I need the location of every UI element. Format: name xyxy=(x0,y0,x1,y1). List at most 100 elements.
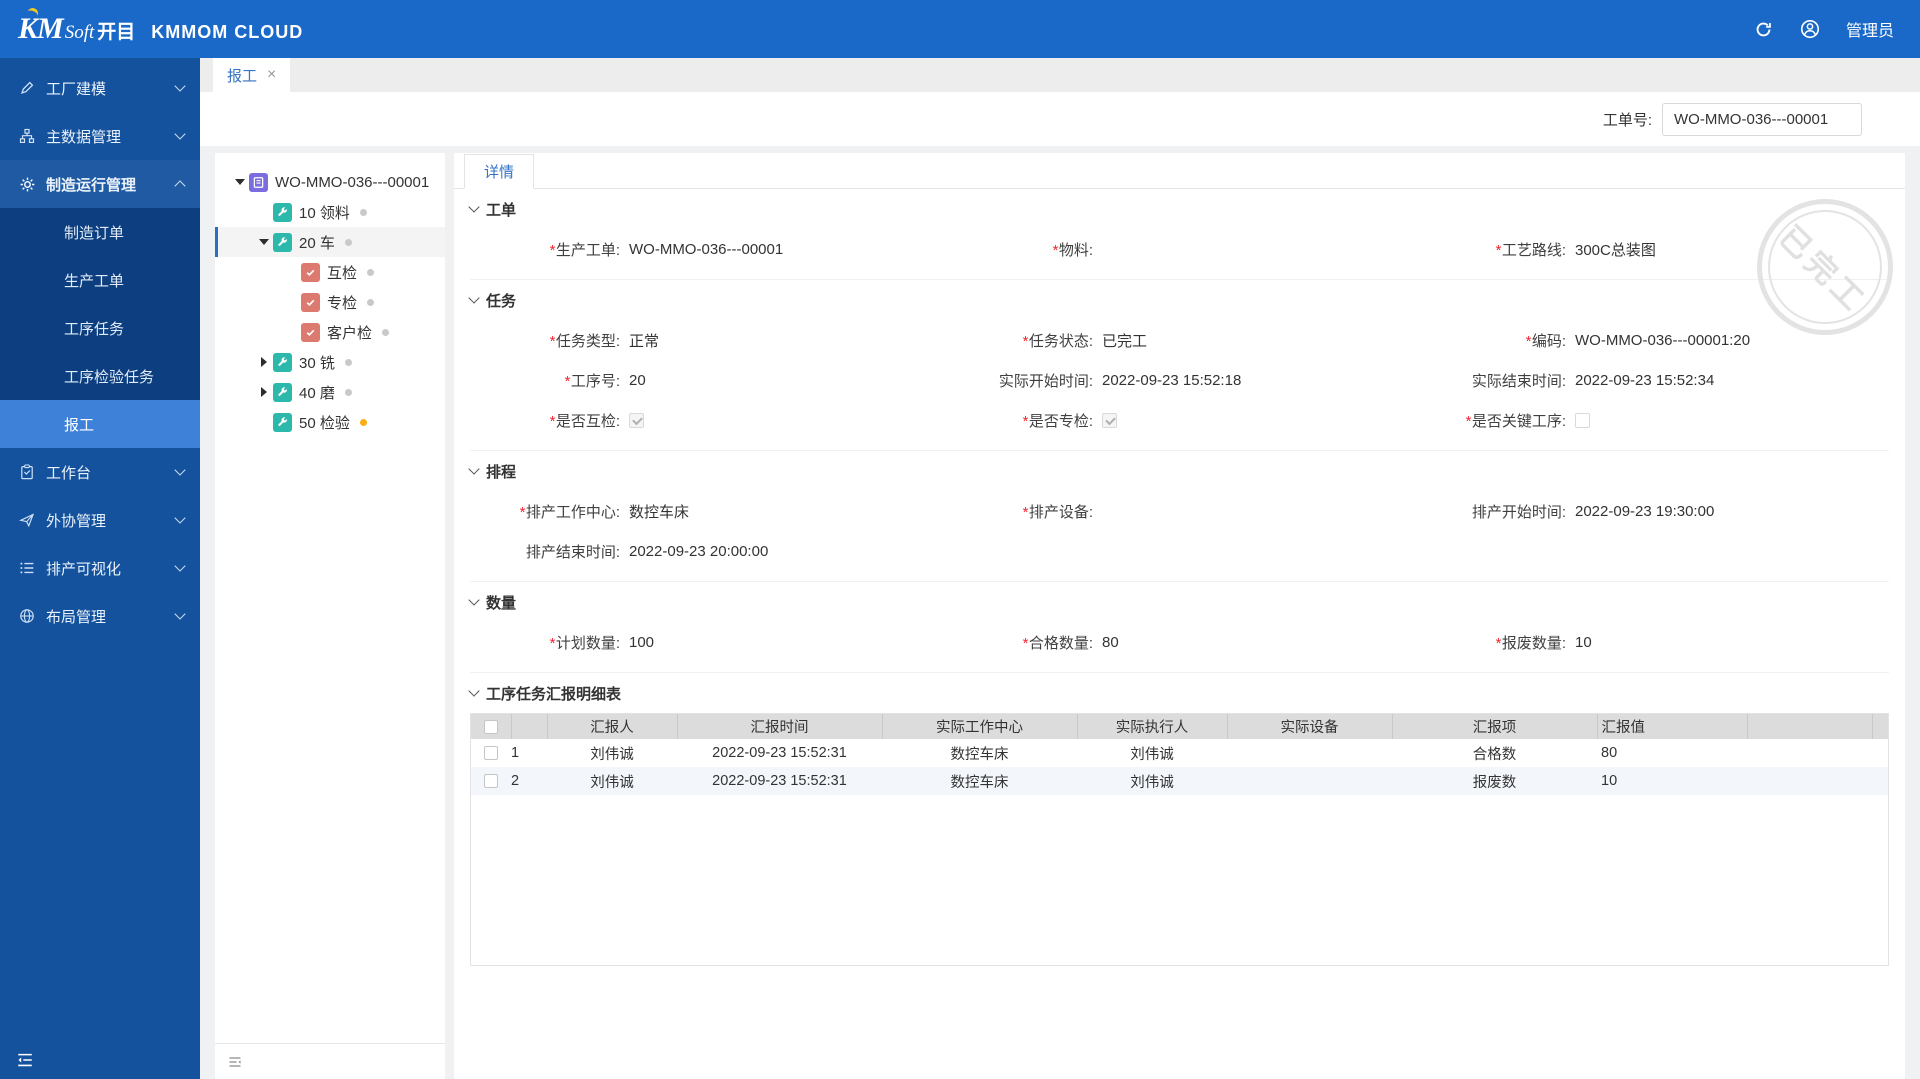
row-index: 1 xyxy=(511,745,520,761)
refresh-icon[interactable] xyxy=(1754,19,1774,39)
sidebar-item-manufacturing-order[interactable]: 制造订单 xyxy=(0,208,200,256)
tree-node-op-20[interactable]: 20 车 xyxy=(215,227,445,257)
select-all-checkbox[interactable] xyxy=(483,719,498,734)
tree-node-customer-inspection[interactable]: 客户检 xyxy=(215,317,445,347)
expand-arrow-icon[interactable] xyxy=(231,179,249,185)
field-op-no: *工序号: 20 xyxy=(470,360,943,400)
field-process-route: *工艺路线: 300C总装图 xyxy=(1416,229,1889,269)
cell-report-value: 10 xyxy=(1597,767,1747,795)
tree-node-label: 40 磨 xyxy=(299,384,335,402)
field-label: 排产设备: xyxy=(1028,503,1093,521)
close-icon[interactable]: × xyxy=(267,67,276,83)
chevron-down-icon xyxy=(174,512,186,524)
sidebar-item-layout-management[interactable]: 布局管理 xyxy=(0,592,200,640)
sidebar-item-outsourcing[interactable]: 外协管理 xyxy=(0,496,200,544)
expand-arrow-icon[interactable] xyxy=(255,357,273,367)
field-mutual-check: *是否互检: xyxy=(470,400,943,440)
chevron-down-icon xyxy=(174,560,186,572)
main-content: 报工 × 工单号: WO-MMO-036---00001 WO-MMO-036-… xyxy=(200,58,1920,1079)
tree-node-op-30[interactable]: 30 铣 xyxy=(215,347,445,377)
tree-node-special-inspection[interactable]: 专检 xyxy=(215,287,445,317)
header-actual-work-center: 实际工作中心 xyxy=(882,714,1078,739)
status-dot xyxy=(367,298,375,306)
field-value: 2022-09-23 15:52:18 xyxy=(1102,371,1242,389)
sidebar-item-workbench[interactable]: 工作台 xyxy=(0,448,200,496)
tree-node-label: 客户检 xyxy=(327,324,373,342)
cell-report-item: 报废数 xyxy=(1392,767,1597,795)
table-row[interactable]: 2 刘伟诚 2022-09-23 15:52:31 数控车床 刘伟诚 报废数 1… xyxy=(471,767,1888,795)
section-title: 工单 xyxy=(486,201,517,219)
section-header-work-order[interactable]: 工单 xyxy=(468,189,1889,229)
tree-node-mutual-inspection[interactable]: 互检 xyxy=(215,257,445,287)
sidebar-item-production-order[interactable]: 生产工单 xyxy=(0,256,200,304)
expand-arrow-icon[interactable] xyxy=(255,387,273,397)
sidebar-item-operation-task[interactable]: 工序任务 xyxy=(0,304,200,352)
field-value: 20 xyxy=(629,371,646,389)
field-label: 实际开始时间: xyxy=(998,372,1093,390)
globe-icon xyxy=(18,607,36,625)
tree-node-work-order[interactable]: WO-MMO-036---00001 xyxy=(215,167,445,197)
sidebar-item-label: 主数据管理 xyxy=(46,128,122,146)
tree-node-label: 20 车 xyxy=(299,234,335,252)
current-user-label[interactable]: 管理员 xyxy=(1846,17,1894,41)
sidebar-item-label: 排产可视化 xyxy=(46,560,122,578)
tree-node-op-40[interactable]: 40 磨 xyxy=(215,377,445,407)
field-label: 报废数量: xyxy=(1501,634,1566,652)
required-mark: * xyxy=(1051,241,1058,259)
field-value: 正常 xyxy=(629,332,660,350)
sidebar-submenu-manufacturing: 制造订单 生产工单 工序任务 工序检验任务 报工 xyxy=(0,208,200,448)
detail-panel: 已完工 详情 工单 *生产工单: WO-MMO-036---00001 *物料:… xyxy=(454,153,1905,1079)
field-value: 100 xyxy=(629,633,655,651)
cell-reporter: 刘伟诚 xyxy=(590,746,634,763)
tab-work-report[interactable]: 报工 × xyxy=(213,58,291,92)
key-operation-checkbox[interactable] xyxy=(1575,412,1590,428)
special-check-checkbox[interactable] xyxy=(1102,412,1117,428)
operation-wrench-icon xyxy=(273,382,292,402)
status-dot xyxy=(344,238,352,246)
tab-detail[interactable]: 详情 xyxy=(464,154,535,189)
detail-sections: 工单 *生产工单: WO-MMO-036---00001 *物料: *工艺路线:… xyxy=(454,189,1905,976)
field-value: 2022-09-23 15:52:34 xyxy=(1575,371,1715,389)
header-report-item: 汇报项 xyxy=(1392,714,1598,739)
brand-logo: KM Soft 开目 KMMOM CLOUD xyxy=(18,12,303,46)
status-dot xyxy=(344,388,352,396)
section-header-quantity[interactable]: 数量 xyxy=(468,582,1889,622)
cell-actual-executor: 刘伟诚 xyxy=(1130,746,1174,763)
required-mark: * xyxy=(1021,634,1028,652)
header-actual-equipment: 实际设备 xyxy=(1227,714,1393,739)
section-report-detail: 工序任务汇报明细表 汇报人 汇报时间 实际工作中心 实际执行人 实际设备 汇报项… xyxy=(468,672,1889,976)
row-select-cell xyxy=(471,767,511,795)
section-header-schedule[interactable]: 排程 xyxy=(468,451,1889,491)
row-checkbox[interactable] xyxy=(484,746,498,761)
sidebar-collapse-icon[interactable] xyxy=(14,1049,36,1071)
work-order-no-input[interactable] xyxy=(1662,102,1862,136)
sidebar-item-master-data[interactable]: 主数据管理 xyxy=(0,112,200,160)
cell-report-time: 2022-09-23 15:52:31 xyxy=(677,767,882,795)
tree-node-label: 30 铣 xyxy=(299,354,335,372)
section-header-report-detail[interactable]: 工序任务汇报明细表 xyxy=(468,673,1889,713)
outline-collapse-icon[interactable] xyxy=(225,1052,245,1072)
required-mark: * xyxy=(1494,241,1501,259)
sidebar-item-operation-inspection-task[interactable]: 工序检验任务 xyxy=(0,352,200,400)
field-value: 10 xyxy=(1575,633,1592,651)
section-header-task[interactable]: 任务 xyxy=(468,280,1889,320)
tree-node-op-10[interactable]: 10 领料 xyxy=(215,197,445,227)
sidebar-item-manufacturing-ops[interactable]: 制造运行管理 xyxy=(0,160,200,208)
detail-tab-bar: 详情 xyxy=(454,153,1905,189)
table-row[interactable]: 1 刘伟诚 2022-09-23 15:52:31 数控车床 刘伟诚 合格数 8… xyxy=(471,739,1888,767)
chevron-down-icon xyxy=(174,464,186,476)
mutual-check-checkbox[interactable] xyxy=(629,412,644,428)
field-actual-end: 实际结束时间: 2022-09-23 15:52:34 xyxy=(1416,360,1889,400)
field-special-check: *是否专检: xyxy=(943,400,1416,440)
row-checkbox[interactable] xyxy=(484,774,498,789)
section-quantity: 数量 *计划数量: 100 *合格数量: 80 *报废数量: 10 xyxy=(468,581,1889,672)
field-label: 任务类型: xyxy=(555,332,620,350)
expand-arrow-icon[interactable] xyxy=(255,239,273,245)
section-task: 任务 *任务类型: 正常 *任务状态: 已完工 *编码: WO-MMO-036-… xyxy=(468,279,1889,450)
user-avatar-icon[interactable] xyxy=(1800,19,1820,39)
sidebar-item-work-report[interactable]: 报工 xyxy=(0,400,200,448)
tree-node-op-50[interactable]: 50 检验 xyxy=(215,407,445,437)
logo-cn-text: 开目 xyxy=(97,22,136,43)
sidebar-item-schedule-visualization[interactable]: 排产可视化 xyxy=(0,544,200,592)
sidebar-item-factory-modeling[interactable]: 工厂建模 xyxy=(0,64,200,112)
